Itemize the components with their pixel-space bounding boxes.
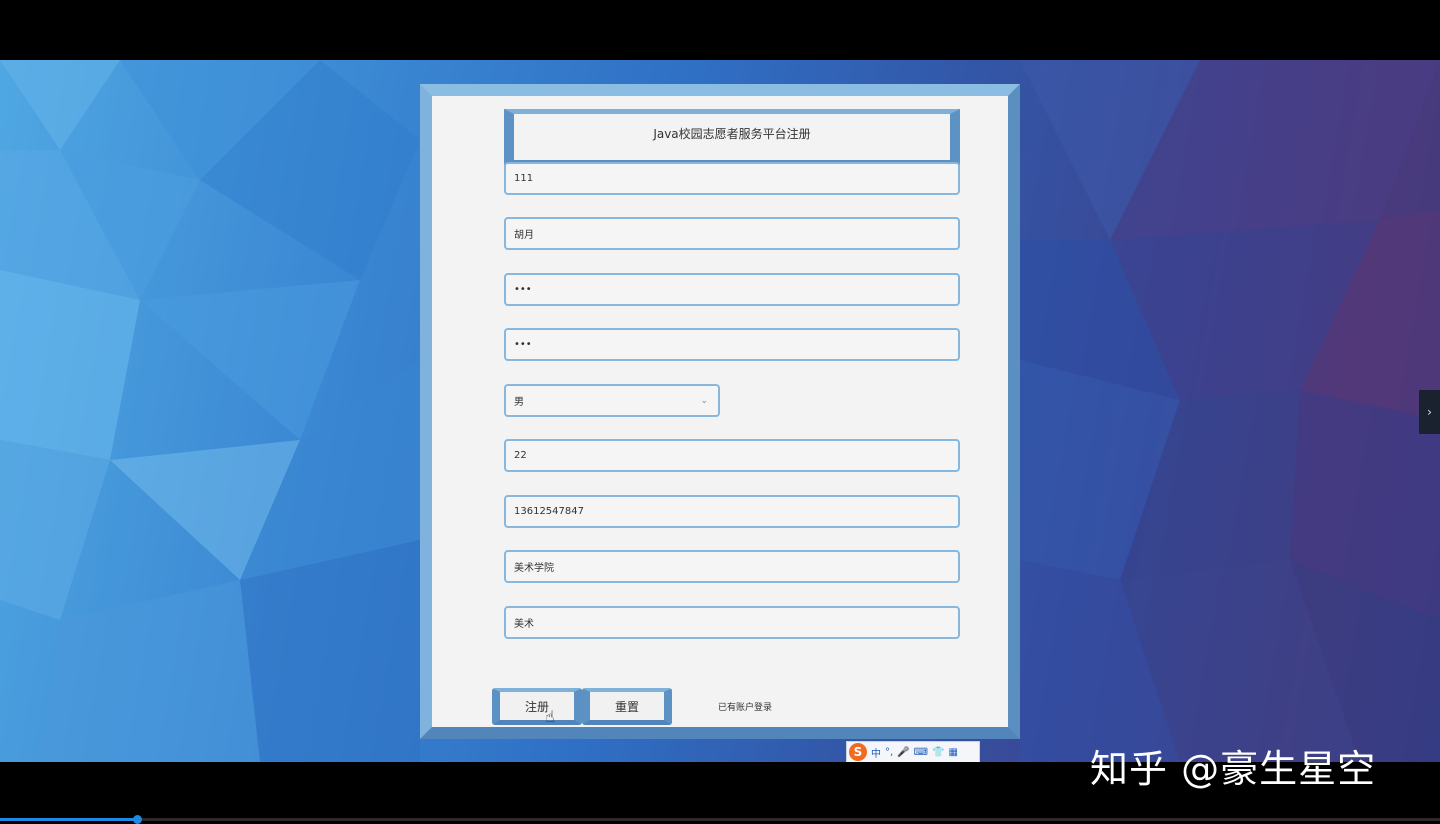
ime-skin-icon[interactable]: 👕 [932, 747, 944, 758]
username-input[interactable]: 111 [504, 162, 960, 195]
side-panel-toggle[interactable]: › [1419, 390, 1440, 434]
password-input[interactable]: ••• [504, 273, 960, 306]
video-progress-knob[interactable] [132, 815, 142, 824]
ime-punctuation-icon[interactable]: °, [885, 747, 893, 758]
video-progress-bar[interactable] [0, 815, 1440, 824]
college-input[interactable]: 美术学院 [504, 550, 960, 583]
form-title: Java校园志愿者服务平台注册 [504, 109, 960, 166]
ime-toolbar[interactable]: S 中 °, 🎤 ⌨ 👕 ▦ [846, 741, 980, 763]
video-progress-fill [0, 818, 137, 821]
gender-select-value: 男 [514, 397, 524, 408]
major-input[interactable]: 美术 [504, 606, 960, 639]
ime-toolbox-icon[interactable]: ▦ [949, 747, 958, 758]
video-top-bar [0, 0, 1440, 60]
ime-microphone-icon[interactable]: 🎤 [897, 747, 909, 758]
realname-input[interactable]: 胡月 [504, 217, 960, 250]
zhihu-watermark: 知乎 @豪生星空 [1090, 747, 1377, 791]
reset-button[interactable]: 重置 [582, 688, 672, 725]
register-form-card: Java校园志愿者服务平台注册 111 胡月 ••• ••• 男 ⌄ 22 13… [420, 84, 1020, 739]
confirm-password-input[interactable]: ••• [504, 328, 960, 361]
chevron-down-icon: ⌄ [700, 395, 708, 406]
register-button[interactable]: 注册 [492, 688, 582, 725]
phone-input[interactable]: 13612547847 [504, 495, 960, 528]
login-link[interactable]: 已有账户登录 [718, 700, 772, 713]
sogou-logo-icon: S [849, 743, 867, 761]
ime-chinese-mode[interactable]: 中 [871, 745, 881, 760]
ime-keyboard-icon[interactable]: ⌨ [914, 747, 928, 758]
gender-select[interactable]: 男 ⌄ [504, 384, 720, 417]
age-input[interactable]: 22 [504, 439, 960, 472]
hand-cursor-icon: ☝ [545, 707, 555, 726]
